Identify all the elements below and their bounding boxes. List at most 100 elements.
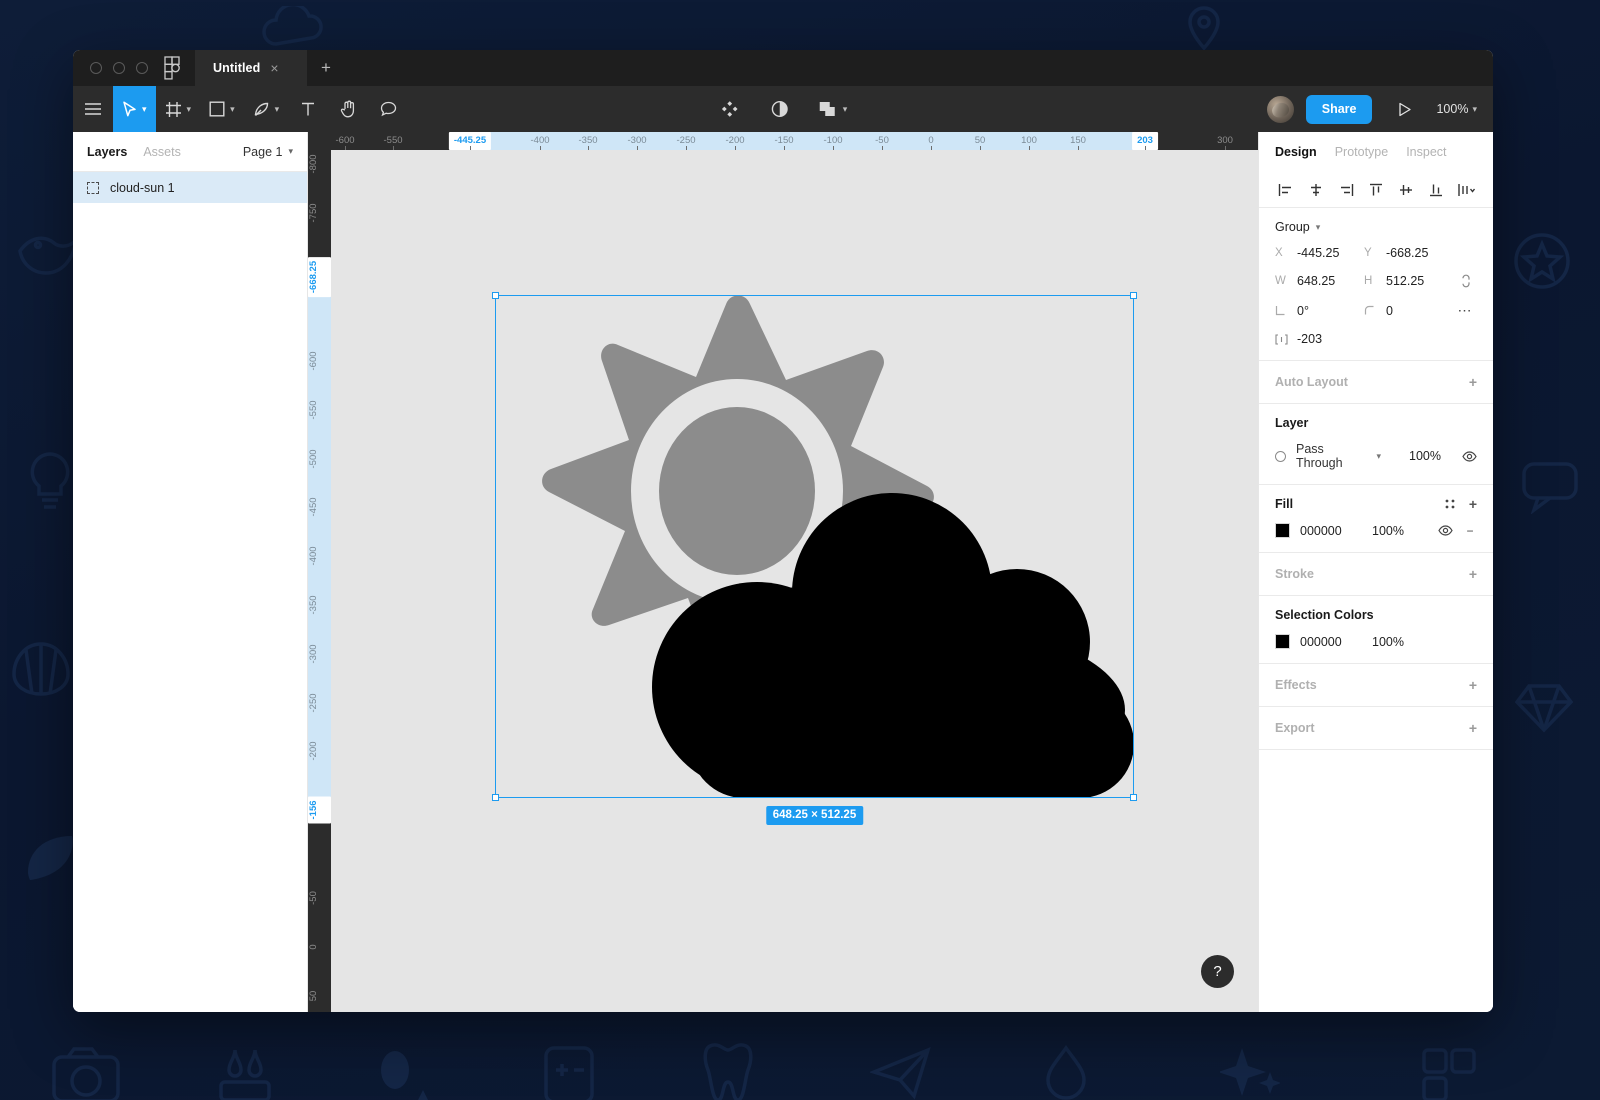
close-tab-icon[interactable]: ×: [270, 61, 278, 76]
comment-tool-button[interactable]: [368, 86, 408, 132]
blend-mode-icon: [1275, 451, 1286, 462]
hand-tool-button[interactable]: [328, 86, 368, 132]
new-tab-button[interactable]: +: [307, 50, 345, 86]
distribute-menu-icon[interactable]: [1451, 177, 1481, 203]
maximize-window-button[interactable]: [136, 62, 148, 74]
selection-color-row[interactable]: 000000 100%: [1275, 634, 1477, 649]
fill-color-swatch[interactable]: [1275, 523, 1290, 538]
chevron-down-icon[interactable]: ▾: [275, 104, 280, 115]
fill-title: Fill: [1275, 497, 1293, 511]
main-toolbar: ▾ ▾ ▾ ▾: [73, 86, 1493, 132]
y-position-field[interactable]: Y -668.25: [1364, 246, 1453, 260]
selection-color-opacity[interactable]: 100%: [1372, 635, 1420, 649]
text-tool-button[interactable]: [288, 86, 328, 132]
rotation-field[interactable]: 0°: [1275, 304, 1364, 318]
frame-tool-button[interactable]: ▾: [156, 86, 201, 132]
horizontal-ruler[interactable]: -600-550-445.25-400-350-300-250-200-150-…: [308, 132, 1258, 150]
chevron-down-icon[interactable]: ▾: [142, 104, 147, 115]
ruler-tick-v: -50: [308, 891, 331, 905]
left-sidebar: Layers Assets Page 1 ▾ cloud-sun 1: [73, 132, 308, 1012]
lock-aspect-ratio-icon[interactable]: [1453, 273, 1477, 289]
fill-opacity-value[interactable]: 100%: [1372, 524, 1420, 538]
blend-mode-row[interactable]: Pass Through ▾ 100%: [1275, 442, 1477, 470]
add-export-button[interactable]: +: [1469, 721, 1477, 735]
mask-icon[interactable]: [760, 100, 800, 118]
window-controls[interactable]: [73, 50, 164, 86]
chevron-down-icon[interactable]: ▾: [1472, 104, 1477, 115]
present-button[interactable]: [1384, 102, 1424, 117]
align-vertical-center-icon[interactable]: [1391, 177, 1421, 203]
wallpaper-icon-tooth: [700, 1042, 756, 1100]
hamburger-menu-icon[interactable]: [73, 86, 113, 132]
tab-assets[interactable]: Assets: [143, 145, 181, 159]
align-top-icon[interactable]: [1361, 177, 1391, 203]
canvas-viewport[interactable]: 648.25 × 512.25 ?: [331, 150, 1258, 1012]
close-window-button[interactable]: [90, 62, 102, 74]
align-bottom-icon[interactable]: [1421, 177, 1451, 203]
ruler-tick-v: -500: [308, 449, 331, 468]
tab-design[interactable]: Design: [1275, 145, 1317, 159]
add-effect-button[interactable]: +: [1469, 678, 1477, 692]
minimize-window-button[interactable]: [113, 62, 125, 74]
fill-color-row[interactable]: 000000 100% −: [1275, 523, 1477, 538]
eye-icon[interactable]: [1462, 451, 1477, 462]
vertical-ruler[interactable]: -800-750-668.25-600-550-500-450-400-350-…: [308, 150, 331, 1012]
chevron-down-icon[interactable]: ▾: [1316, 222, 1321, 233]
selected-group-cloud-sun[interactable]: 648.25 × 512.25: [495, 295, 1134, 798]
remove-fill-button[interactable]: −: [1463, 524, 1477, 538]
chevron-down-icon: ▾: [288, 146, 293, 157]
chevron-down-icon[interactable]: ▾: [230, 104, 235, 115]
layer-opacity-value[interactable]: 100%: [1409, 449, 1452, 463]
tab-prototype[interactable]: Prototype: [1335, 145, 1389, 159]
tab-layers[interactable]: Layers: [87, 145, 127, 159]
document-tab[interactable]: Untitled ×: [195, 50, 307, 86]
y-label: Y: [1364, 247, 1377, 259]
corner-radius-field[interactable]: 0: [1364, 304, 1453, 318]
layer-section: Layer Pass Through ▾ 100%: [1259, 404, 1493, 485]
x-position-field[interactable]: X -445.25: [1275, 246, 1364, 260]
more-options-icon[interactable]: ⋯: [1453, 302, 1477, 319]
add-auto-layout-button[interactable]: +: [1469, 375, 1477, 389]
share-button[interactable]: Share: [1306, 95, 1373, 124]
chevron-down-icon[interactable]: ▾: [1376, 451, 1381, 462]
layer-item-cloud-sun-1[interactable]: cloud-sun 1: [73, 172, 307, 203]
left-panel-tabs: Layers Assets Page 1 ▾: [73, 132, 307, 172]
add-stroke-button[interactable]: +: [1469, 567, 1477, 581]
help-button[interactable]: ?: [1201, 955, 1234, 988]
frame-icon: [165, 101, 182, 118]
selection-color-hex[interactable]: 000000: [1300, 635, 1362, 649]
pen-icon: [253, 101, 270, 118]
width-field[interactable]: W 648.25: [1275, 274, 1364, 288]
tab-inspect[interactable]: Inspect: [1406, 145, 1446, 159]
user-avatar[interactable]: [1267, 96, 1294, 123]
fill-hex-value[interactable]: 000000: [1300, 524, 1362, 538]
align-right-icon[interactable]: [1331, 177, 1361, 203]
ruler-tick-v: -800: [308, 154, 331, 173]
ruler-tick-v: -200: [308, 741, 331, 760]
pen-tool-button[interactable]: ▾: [244, 86, 289, 132]
align-left-icon[interactable]: [1271, 177, 1301, 203]
zoom-control[interactable]: 100% ▾: [1436, 102, 1477, 116]
selection-colors-section: Selection Colors 000000 100%: [1259, 596, 1493, 664]
shape-tool-button[interactable]: ▾: [200, 86, 244, 132]
wallpaper-icon-bird: [14, 225, 78, 283]
constraint-value: -203: [1297, 332, 1322, 346]
boolean-tool-button[interactable]: ▾: [810, 101, 857, 118]
selection-type[interactable]: Group ▾: [1275, 220, 1477, 234]
page-selector[interactable]: Page 1 ▾: [243, 145, 293, 159]
components-icon[interactable]: [710, 100, 750, 118]
height-field[interactable]: H 512.25: [1364, 274, 1453, 288]
move-tool-button[interactable]: ▾: [113, 86, 156, 132]
selection-color-swatch[interactable]: [1275, 634, 1290, 649]
constraint-field[interactable]: -203: [1275, 332, 1364, 346]
align-horizontal-center-icon[interactable]: [1301, 177, 1331, 203]
eye-icon[interactable]: [1438, 525, 1453, 536]
selection-size-badge: 648.25 × 512.25: [766, 806, 863, 825]
wallpaper-icon-pin-top: [1180, 4, 1228, 52]
chevron-down-icon[interactable]: ▾: [187, 104, 192, 115]
chevron-down-icon[interactable]: ▾: [843, 104, 848, 115]
add-fill-button[interactable]: +: [1469, 497, 1477, 511]
fill-styles-icon[interactable]: [1444, 498, 1456, 510]
export-section: Export +: [1259, 707, 1493, 750]
x-label: X: [1275, 247, 1288, 259]
